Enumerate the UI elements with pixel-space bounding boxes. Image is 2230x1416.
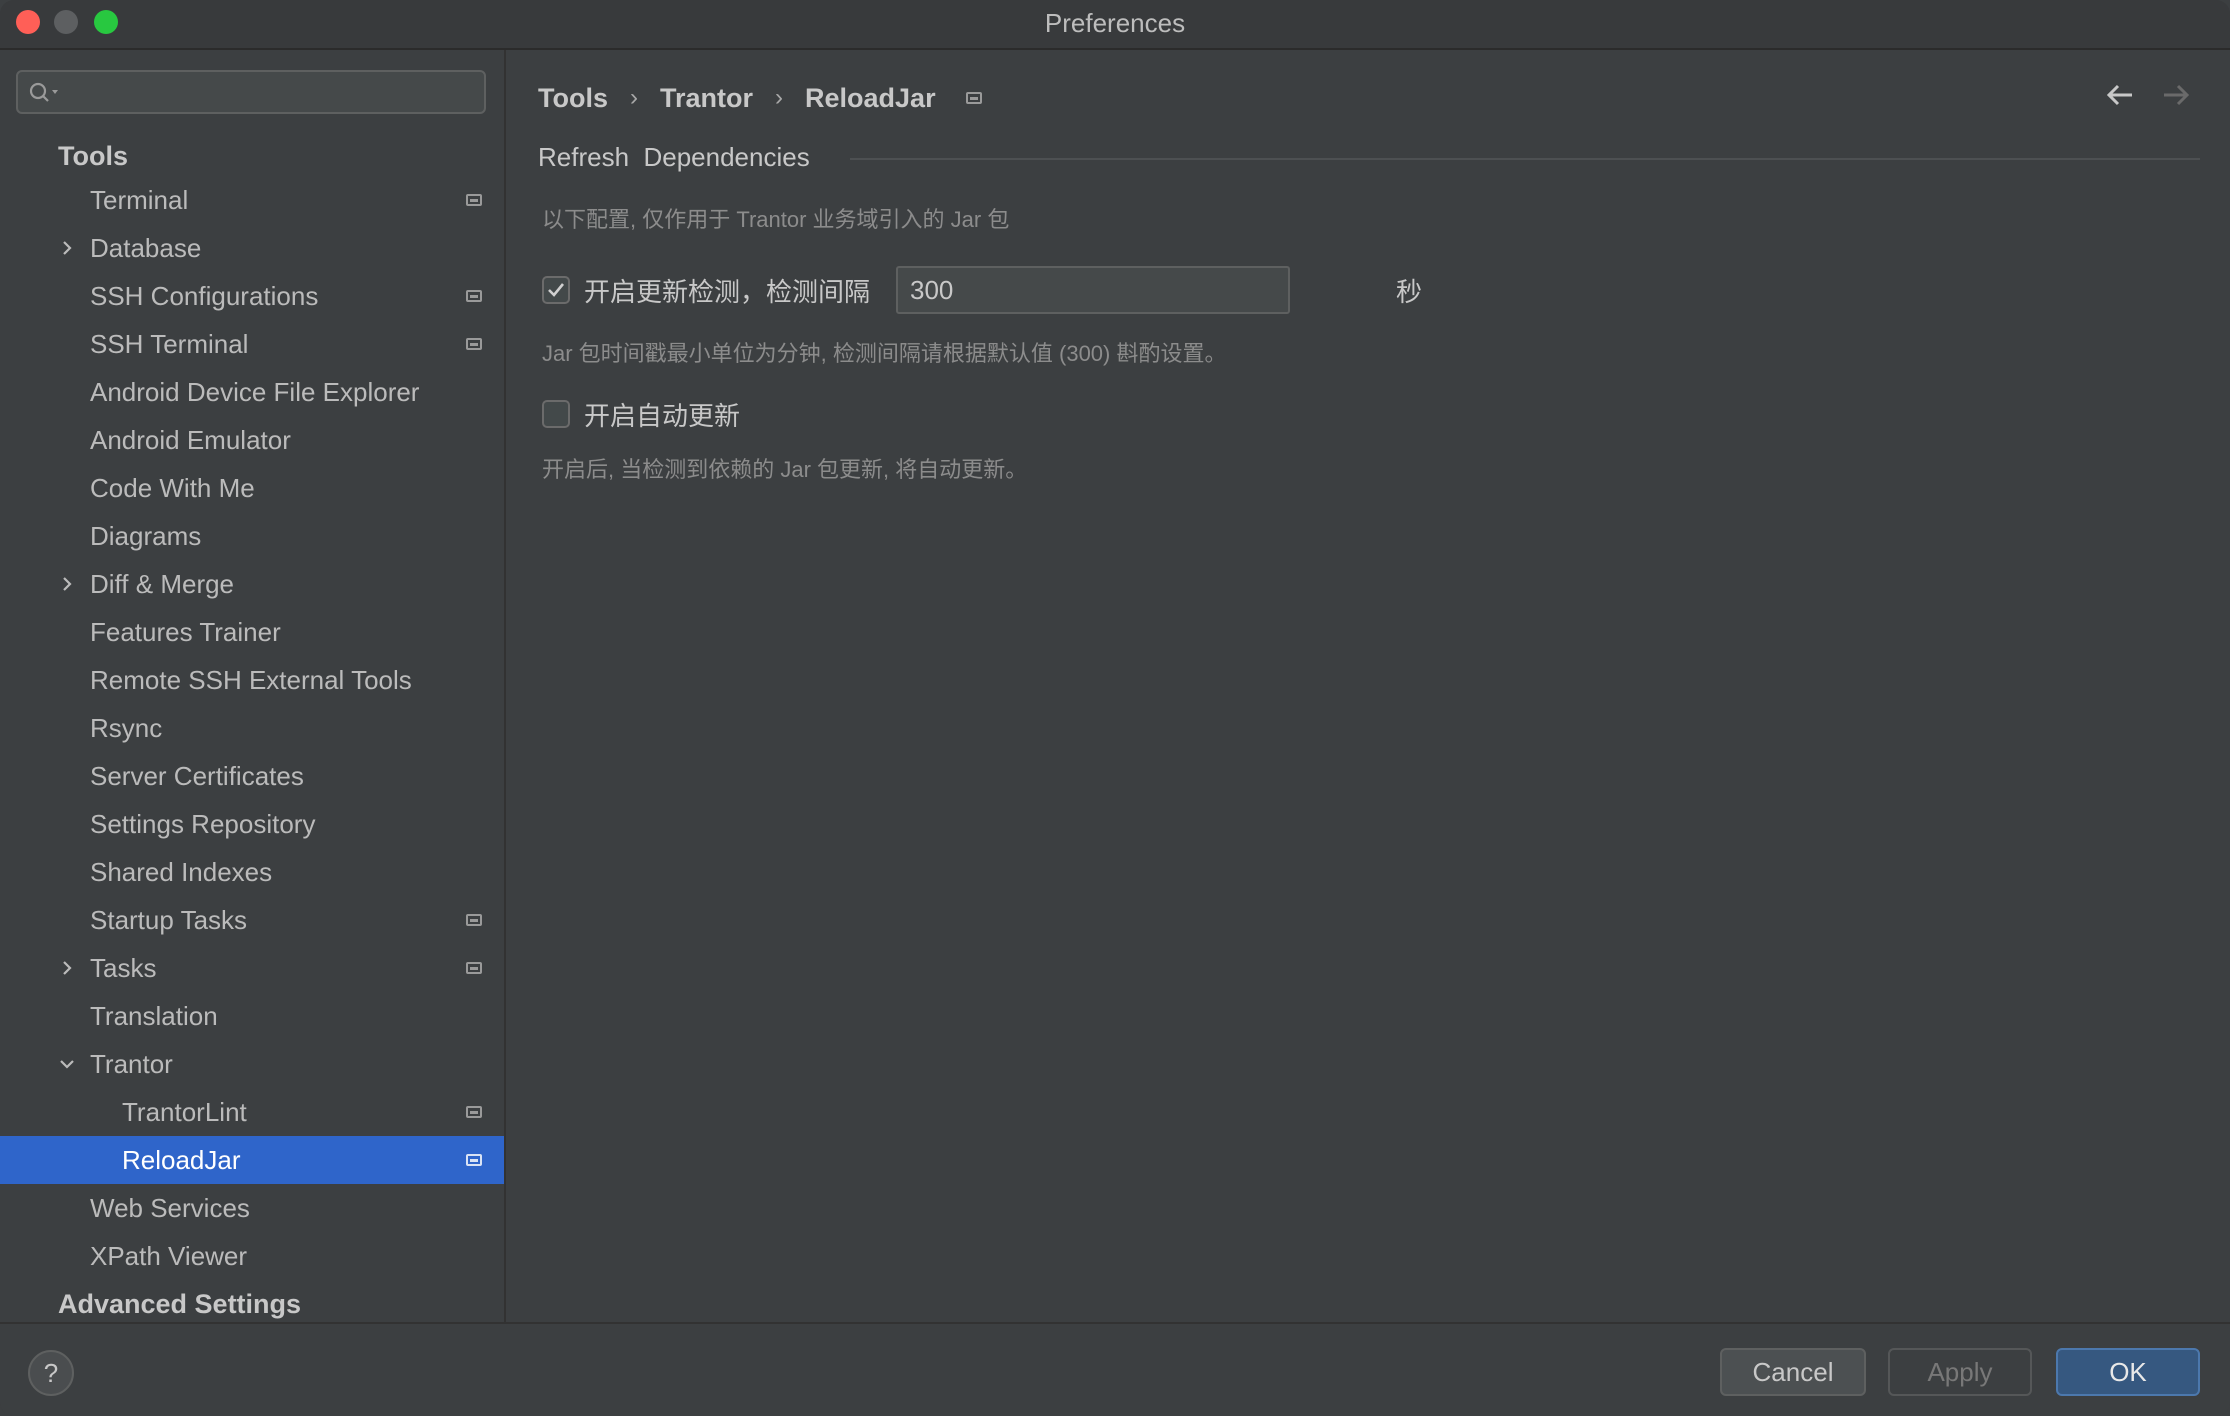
- group-divider: [850, 158, 2200, 160]
- back-arrow-icon[interactable]: [2104, 78, 2138, 112]
- sidebar-item-label: ReloadJar: [122, 1145, 241, 1175]
- settings-tree: Tools Terminal Database SSH Configurations…: [0, 136, 504, 1328]
- sidebar-item-label: Diff & Merge: [90, 569, 235, 599]
- sidebar-item-database[interactable]: Database: [0, 224, 504, 272]
- forward-arrow-icon[interactable]: [2158, 78, 2192, 112]
- chevron-right-icon[interactable]: [58, 959, 76, 977]
- sidebar-item-trantor[interactable]: Trantor: [0, 1040, 504, 1088]
- settings-sidebar: Tools Terminal Database SSH Configurations…: [0, 50, 506, 1322]
- settings-tree-rows: Terminal Database SSH Configurations SSH Te…: [0, 176, 504, 1280]
- update-check-label[interactable]: 开启更新检测，检测间隔: [584, 272, 870, 309]
- project-settings-icon: [466, 1154, 482, 1166]
- sidebar-item-label: Database: [90, 233, 202, 263]
- sidebar-item-web-services[interactable]: Web Services: [0, 1184, 504, 1232]
- sidebar-item-trantorlint[interactable]: TrantorLint: [0, 1088, 504, 1136]
- sidebar-item-shared-indexes[interactable]: Shared Indexes: [0, 848, 504, 896]
- sidebar-item-startup-tasks[interactable]: Startup Tasks: [0, 896, 504, 944]
- chevron-right-icon[interactable]: [58, 575, 76, 593]
- breadcrumb: Tools › Trantor › ReloadJar: [538, 76, 982, 116]
- sidebar-item-label: Web Services: [90, 1193, 250, 1223]
- interval-unit-label: 秒: [1396, 277, 1423, 307]
- sidebar-item-label: Trantor: [90, 1049, 173, 1079]
- auto-update-checkbox[interactable]: [542, 400, 570, 428]
- sidebar-item-code-with-me[interactable]: Code With Me: [0, 464, 504, 512]
- sidebar-item-android-emulator[interactable]: Android Emulator: [0, 416, 504, 464]
- settings-search[interactable]: [16, 70, 486, 114]
- sidebar-item-label: SSH Terminal: [90, 329, 249, 359]
- sidebar-item-label: XPath Viewer: [90, 1241, 248, 1271]
- sidebar-item-label: Code With Me: [90, 473, 255, 503]
- sidebar-item-label: Android Emulator: [90, 425, 291, 455]
- refresh-dependencies-group-title: Refresh Dependencies: [538, 142, 810, 172]
- sidebar-item-diff-merge[interactable]: Diff & Merge: [0, 560, 504, 608]
- project-settings-icon: [466, 338, 482, 350]
- settings-content: Tools › Trantor › ReloadJar Refresh Dependen…: [506, 50, 2230, 1322]
- section-advanced-settings[interactable]: Advanced Settings: [0, 1280, 504, 1328]
- sidebar-item-diagrams[interactable]: Diagrams: [0, 512, 504, 560]
- breadcrumb-tools[interactable]: Tools: [538, 78, 608, 118]
- sidebar-item-features-trainer[interactable]: Features Trainer: [0, 608, 504, 656]
- sidebar-item-terminal[interactable]: Terminal: [0, 176, 504, 224]
- sidebar-item-translation[interactable]: Translation: [0, 992, 504, 1040]
- search-input[interactable]: [70, 76, 474, 110]
- preferences-window: Preferences Tools Terminal Database SSH Co…: [0, 0, 2230, 1416]
- sidebar-item-label: Translation: [90, 1001, 218, 1031]
- search-icon: [29, 82, 58, 102]
- sidebar-item-label: Server Certificates: [90, 761, 304, 791]
- sidebar-item-label: Diagrams: [90, 521, 202, 551]
- interval-hint: Jar 包时间戳最小单位为分钟, 检测间隔请根据默认值 (300) 斟酌设置。: [542, 341, 1227, 366]
- chevron-right-icon: ›: [775, 83, 784, 111]
- sidebar-item-label: Tasks: [90, 953, 157, 983]
- sidebar-item-label: Startup Tasks: [90, 905, 248, 935]
- sidebar-item-server-certificates[interactable]: Server Certificates: [0, 752, 504, 800]
- project-settings-icon: [466, 290, 482, 302]
- help-button[interactable]: ?: [28, 1350, 74, 1396]
- sidebar-item-android-device-file-explorer[interactable]: Android Device File Explorer: [0, 368, 504, 416]
- dialog-footer: ? Cancel Apply OK: [0, 1322, 2230, 1416]
- section-tools[interactable]: Tools: [0, 136, 504, 176]
- sidebar-item-label: Remote SSH External Tools: [90, 665, 412, 695]
- ok-button[interactable]: OK: [2056, 1348, 2200, 1396]
- intro-hint: 以下配置, 仅作用于 Trantor 业务域引入的 Jar 包: [542, 207, 1010, 232]
- sidebar-item-ssh-terminal[interactable]: SSH Terminal: [0, 320, 504, 368]
- sidebar-item-label: Terminal: [90, 185, 189, 215]
- sidebar-item-label: Rsync: [90, 713, 163, 743]
- check-interval-input[interactable]: [896, 266, 1290, 314]
- sidebar-item-label: Settings Repository: [90, 809, 316, 839]
- project-settings-icon: [466, 962, 482, 974]
- project-settings-icon: [466, 1106, 482, 1118]
- breadcrumb-reloadjar: ReloadJar: [805, 82, 936, 113]
- sidebar-item-xpath-viewer[interactable]: XPath Viewer: [0, 1232, 504, 1280]
- update-check-checkbox[interactable]: [542, 276, 570, 304]
- apply-button[interactable]: Apply: [1888, 1348, 2032, 1396]
- project-settings-icon: [466, 194, 482, 206]
- sidebar-item-label: SSH Configurations: [90, 281, 319, 311]
- chevron-right-icon[interactable]: [58, 239, 76, 257]
- sidebar-item-label: TrantorLint: [122, 1097, 247, 1127]
- sidebar-item-reloadjar[interactable]: ReloadJar: [0, 1136, 504, 1184]
- checkmark-icon: [548, 283, 565, 297]
- sidebar-item-label: Features Trainer: [90, 617, 281, 647]
- sidebar-item-ssh-configurations[interactable]: SSH Configurations: [0, 272, 504, 320]
- sidebar-item-label: Android Device File Explorer: [90, 377, 420, 407]
- auto-update-label[interactable]: 开启自动更新: [584, 396, 740, 433]
- chevron-right-icon: ›: [630, 83, 638, 111]
- sidebar-item-rsync[interactable]: Rsync: [0, 704, 504, 752]
- project-settings-icon: [965, 91, 982, 104]
- sidebar-item-settings-repository[interactable]: Settings Repository: [0, 800, 504, 848]
- sidebar-item-remote-ssh-external-tools[interactable]: Remote SSH External Tools: [0, 656, 504, 704]
- title-bar: Preferences: [0, 0, 2230, 50]
- cancel-button[interactable]: Cancel: [1720, 1348, 1866, 1396]
- sidebar-item-label: Shared Indexes: [90, 857, 273, 887]
- chevron-down-icon[interactable]: [58, 1055, 76, 1073]
- auto-update-hint: 开启后, 当检测到依赖的 Jar 包更新, 将自动更新。: [542, 457, 1028, 482]
- breadcrumb-trantor[interactable]: Trantor: [660, 78, 753, 118]
- project-settings-icon: [466, 914, 482, 926]
- window-title: Preferences: [1044, 8, 1186, 38]
- sidebar-item-tasks[interactable]: Tasks: [0, 944, 504, 992]
